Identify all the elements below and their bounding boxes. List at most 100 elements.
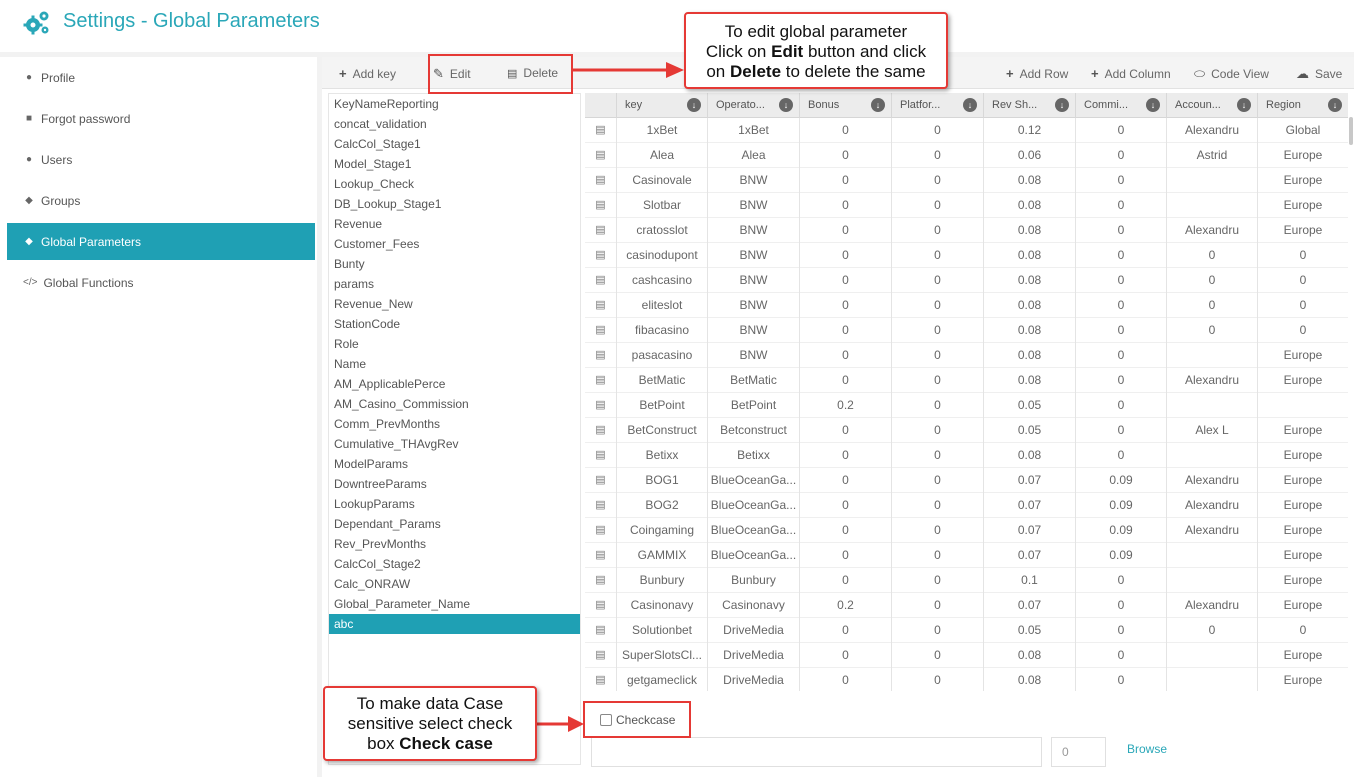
sort-icon[interactable]: ↓ xyxy=(1055,98,1069,112)
table-cell[interactable]: 0 xyxy=(891,518,983,543)
table-cell[interactable]: 0 xyxy=(891,268,983,293)
table-cell[interactable]: 0 xyxy=(891,493,983,518)
table-cell[interactable]: 0 xyxy=(1075,593,1166,618)
delete-row-trash-icon[interactable]: ▤ xyxy=(585,293,616,318)
column-header[interactable]: Accoun... ↓ xyxy=(1166,93,1257,118)
key-list-item[interactable]: LookupParams xyxy=(329,494,580,514)
table-cell[interactable] xyxy=(1166,193,1257,218)
table-cell[interactable]: BetMatic xyxy=(707,368,799,393)
table-cell[interactable]: Alexandru xyxy=(1166,468,1257,493)
delete-row-trash-icon[interactable]: ▤ xyxy=(585,243,616,268)
table-cell[interactable]: Europe xyxy=(1257,493,1348,518)
table-cell[interactable]: 0 xyxy=(799,218,891,243)
key-list-item[interactable]: StationCode xyxy=(329,314,580,334)
table-cell[interactable]: Alea xyxy=(707,143,799,168)
key-list-item[interactable]: concat_validation xyxy=(329,114,580,134)
table-cell[interactable]: Europe xyxy=(1257,593,1348,618)
table-cell[interactable]: DriveMedia xyxy=(707,618,799,643)
table-cell[interactable]: 0 xyxy=(1075,568,1166,593)
table-cell[interactable]: SuperSlotsCl... xyxy=(616,643,707,668)
table-cell[interactable]: 0 xyxy=(1075,418,1166,443)
add-key-button[interactable]: + Add key xyxy=(339,66,396,81)
key-list-item[interactable]: params xyxy=(329,274,580,294)
table-cell[interactable]: 0 xyxy=(799,143,891,168)
table-cell[interactable] xyxy=(1257,393,1348,418)
delete-row-trash-icon[interactable]: ▤ xyxy=(585,518,616,543)
table-cell[interactable]: 0 xyxy=(1257,618,1348,643)
code-view-toggle[interactable]: ⬭ Code View xyxy=(1194,66,1269,82)
table-cell[interactable]: 0.08 xyxy=(983,443,1075,468)
table-cell[interactable]: 0 xyxy=(1075,118,1166,143)
file-path-input[interactable] xyxy=(591,737,1042,767)
key-list-item[interactable]: Model_Stage1 xyxy=(329,154,580,174)
table-cell[interactable]: 0 xyxy=(799,193,891,218)
table-cell[interactable]: 0 xyxy=(1075,218,1166,243)
table-cell[interactable]: Europe xyxy=(1257,568,1348,593)
table-cell[interactable]: BetMatic xyxy=(616,368,707,393)
table-cell[interactable]: DriveMedia xyxy=(707,643,799,668)
delete-row-trash-icon[interactable]: ▤ xyxy=(585,493,616,518)
delete-row-trash-icon[interactable]: ▤ xyxy=(585,118,616,143)
table-cell[interactable]: 0.08 xyxy=(983,168,1075,193)
delete-row-trash-icon[interactable]: ▤ xyxy=(585,568,616,593)
table-cell[interactable] xyxy=(1166,568,1257,593)
delete-row-trash-icon[interactable]: ▤ xyxy=(585,418,616,443)
table-cell[interactable]: 0.08 xyxy=(983,268,1075,293)
sort-icon[interactable]: ↓ xyxy=(963,98,977,112)
table-cell[interactable]: 0.09 xyxy=(1075,518,1166,543)
table-cell[interactable] xyxy=(1166,443,1257,468)
table-cell[interactable]: 0 xyxy=(891,618,983,643)
table-cell[interactable]: Solutionbet xyxy=(616,618,707,643)
table-cell[interactable]: 0.08 xyxy=(983,668,1075,691)
table-cell[interactable]: 0 xyxy=(799,318,891,343)
key-list-item[interactable]: AM_Casino_Commission xyxy=(329,394,580,414)
table-cell[interactable]: 0 xyxy=(891,643,983,668)
table-cell[interactable]: BNW xyxy=(707,343,799,368)
table-cell[interactable]: 0 xyxy=(1075,393,1166,418)
column-header[interactable]: key ↓ xyxy=(616,93,707,118)
table-cell[interactable]: Europe xyxy=(1257,443,1348,468)
table-cell[interactable]: Europe xyxy=(1257,643,1348,668)
table-cell[interactable]: Slotbar xyxy=(616,193,707,218)
delete-row-trash-icon[interactable]: ▤ xyxy=(585,618,616,643)
table-cell[interactable]: 0 xyxy=(799,493,891,518)
table-cell[interactable]: 0 xyxy=(891,418,983,443)
key-list-item[interactable]: Rev_PrevMonths xyxy=(329,534,580,554)
table-cell[interactable]: cratosslot xyxy=(616,218,707,243)
table-cell[interactable]: 0 xyxy=(799,568,891,593)
delete-row-trash-icon[interactable]: ▤ xyxy=(585,268,616,293)
table-cell[interactable]: BlueOceanGa... xyxy=(707,468,799,493)
column-header[interactable]: Commi... ↓ xyxy=(1075,93,1166,118)
table-cell[interactable]: Europe xyxy=(1257,143,1348,168)
table-cell[interactable]: BetPoint xyxy=(616,393,707,418)
sidebar-item-groups[interactable]: ◆ Groups xyxy=(7,182,315,219)
key-list-item[interactable]: Revenue xyxy=(329,214,580,234)
key-list-item[interactable]: Global_Parameter_Name xyxy=(329,594,580,614)
table-cell[interactable]: 0.2 xyxy=(799,593,891,618)
table-cell[interactable]: 0 xyxy=(799,368,891,393)
table-cell[interactable]: BOG1 xyxy=(616,468,707,493)
table-cell[interactable]: 0 xyxy=(799,643,891,668)
table-cell[interactable]: DriveMedia xyxy=(707,668,799,691)
delete-row-trash-icon[interactable]: ▤ xyxy=(585,593,616,618)
table-cell[interactable]: 0 xyxy=(891,218,983,243)
table-cell[interactable] xyxy=(1166,343,1257,368)
table-cell[interactable]: getgameclick xyxy=(616,668,707,691)
table-cell[interactable]: 0 xyxy=(799,543,891,568)
delete-row-trash-icon[interactable]: ▤ xyxy=(585,143,616,168)
table-cell[interactable]: Europe xyxy=(1257,418,1348,443)
table-cell[interactable]: 0.08 xyxy=(983,243,1075,268)
browse-link[interactable]: Browse xyxy=(1127,742,1167,756)
table-cell[interactable]: 0 xyxy=(891,118,983,143)
key-list-item[interactable]: abc xyxy=(329,614,580,634)
table-cell[interactable]: 0.09 xyxy=(1075,543,1166,568)
table-cell[interactable]: 0 xyxy=(1075,668,1166,691)
table-cell[interactable]: 0 xyxy=(1257,293,1348,318)
table-cell[interactable]: 0 xyxy=(799,343,891,368)
column-header[interactable]: Region ↓ xyxy=(1257,93,1348,118)
add-column-button[interactable]: + Add Column xyxy=(1091,66,1171,81)
table-cell[interactable]: 0 xyxy=(891,243,983,268)
table-cell[interactable]: fibacasino xyxy=(616,318,707,343)
sort-icon[interactable]: ↓ xyxy=(1328,98,1342,112)
delete-row-trash-icon[interactable]: ▤ xyxy=(585,643,616,668)
